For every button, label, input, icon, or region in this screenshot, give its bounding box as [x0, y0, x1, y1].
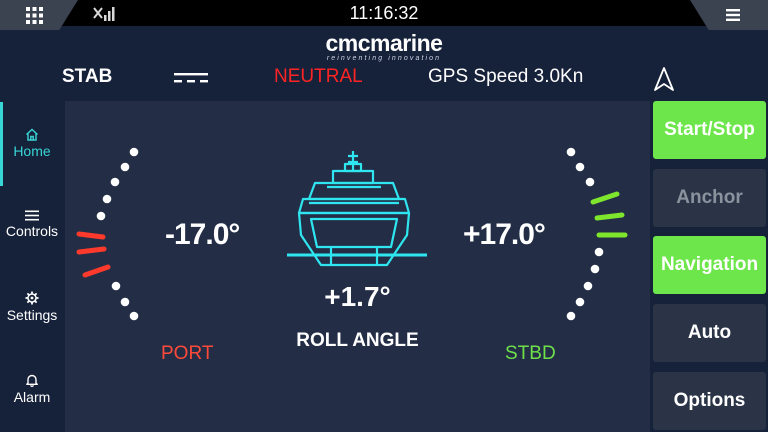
options-button[interactable]: Options: [653, 372, 766, 430]
sidebar-item-label: Alarm: [13, 389, 51, 405]
clock: 11:16:32: [349, 3, 419, 23]
sidebar: Home Controls Settings Alarm: [0, 102, 64, 432]
home-icon: [26, 128, 38, 141]
vessel-icon: [287, 151, 427, 267]
auto-button[interactable]: Auto: [653, 304, 766, 362]
logo-main: cmcmarine: [325, 30, 443, 56]
roll-panel: -17.0° +17.0° +1.7° ROLL ANGLE PORT STBD: [65, 101, 650, 432]
stbd-label: STBD: [505, 343, 556, 364]
anchor-button[interactable]: Anchor: [653, 169, 766, 227]
stbd-angle-value: +17.0°: [463, 218, 546, 251]
sidebar-item-controls[interactable]: Controls: [0, 210, 64, 239]
brand-logo: cmcmarine reinventing innovation: [0, 30, 768, 62]
port-angle-value: -17.0°: [165, 218, 240, 251]
roll-angle-label: ROLL ANGLE: [296, 330, 419, 351]
mode-label: STAB: [62, 66, 113, 87]
gear-icon: [25, 291, 39, 305]
port-active-bars: [76, 231, 111, 278]
bell-icon: [26, 374, 38, 387]
navigation-button[interactable]: Navigation: [653, 236, 766, 294]
start-stop-button[interactable]: Start/Stop: [653, 101, 766, 159]
dc-power-icon: [174, 73, 208, 83]
logo-tagline: reinventing innovation: [326, 55, 442, 62]
navigation-arrow-icon: [654, 67, 674, 91]
roll-angle-value: +1.7°: [324, 281, 391, 312]
stbd-active-bars: [590, 191, 628, 238]
sidebar-item-alarm[interactable]: Alarm: [0, 373, 64, 405]
gps-speed: GPS Speed 3.0Kn: [428, 66, 584, 87]
hamburger-menu-icon: [726, 9, 740, 21]
sidebar-item-label: Home: [13, 143, 51, 159]
neutral-status: NEUTRAL: [274, 66, 363, 87]
sidebar-item-home[interactable]: Home: [0, 128, 64, 159]
sidebar-item-label: Settings: [6, 307, 58, 323]
port-label: PORT: [161, 343, 214, 364]
list-icon: [25, 210, 39, 221]
sidebar-item-label: Controls: [5, 223, 59, 239]
sidebar-item-settings[interactable]: Settings: [0, 291, 64, 323]
